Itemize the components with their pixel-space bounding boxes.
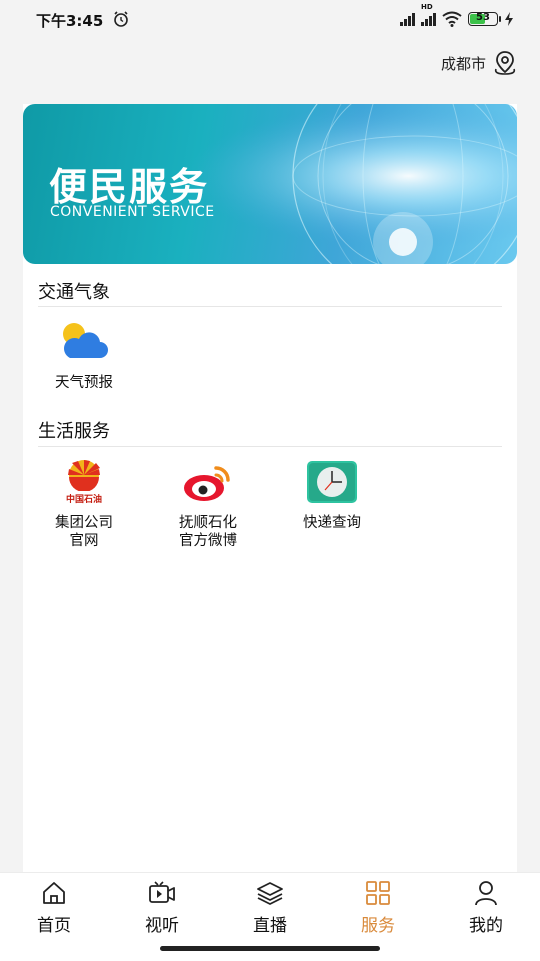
- weather-icon: [63, 323, 108, 358]
- services-panel: 便民服务 CONVENIENT SERVICE 交通气象 天气预报 生活服务 中…: [23, 104, 517, 872]
- nav-video-label: 视听: [145, 916, 179, 936]
- hd-label: HD: [421, 3, 433, 11]
- user-icon: [475, 881, 497, 906]
- section-divider: [38, 306, 502, 307]
- grid-icon: [366, 881, 390, 905]
- home-indicator[interactable]: [160, 946, 380, 951]
- nav-home-label: 首页: [37, 916, 71, 936]
- nav-home[interactable]: 首页: [0, 879, 108, 936]
- service-express-query[interactable]: 快递查询: [277, 458, 387, 532]
- service-weibo[interactable]: 抚顺石化 官方微博: [153, 458, 263, 550]
- charging-icon: [505, 12, 513, 26]
- wifi-icon: [442, 11, 462, 27]
- service-weather-label: 天气预报: [55, 375, 113, 391]
- service-weather[interactable]: 天气预报: [29, 318, 139, 392]
- services-banner: 便民服务 CONVENIENT SERVICE: [23, 104, 517, 264]
- nav-mine-label: 我的: [469, 916, 503, 936]
- nav-services[interactable]: 服务: [324, 879, 432, 936]
- clock-icon: [307, 461, 357, 503]
- service-group-website[interactable]: 中国石油 集团公司 官网: [29, 458, 139, 550]
- signal-hd-icon: HD: [421, 3, 436, 26]
- location-selector[interactable]: 成都市: [441, 50, 518, 76]
- section-divider: [38, 446, 502, 447]
- section-title-life-services: 生活服务: [38, 421, 110, 442]
- location-city: 成都市: [440, 54, 486, 73]
- section-title-traffic-weather: 交通气象: [38, 282, 110, 303]
- map-pin-icon: [494, 51, 516, 75]
- nav-live-label: 直播: [253, 916, 287, 936]
- battery-icon: 53: [468, 12, 501, 26]
- banner-title: 便民服务: [49, 165, 210, 209]
- service-express-query-label: 快递查询: [303, 515, 361, 531]
- banner-subtitle: CONVENIENT SERVICE: [50, 204, 215, 220]
- petrochina-logo-text: 中国石油: [65, 495, 102, 505]
- alarm-icon: [114, 11, 128, 27]
- layers-icon: [257, 882, 283, 905]
- home-icon: [43, 882, 65, 904]
- nav-live[interactable]: 直播: [216, 879, 324, 936]
- petrochina-logo-icon: [68, 460, 100, 491]
- status-bar: 下午3:45 HD 53: [0, 0, 540, 40]
- nav-mine[interactable]: 我的: [432, 879, 540, 936]
- video-icon: [149, 881, 175, 903]
- service-group-website-label: 集团公司 官网: [55, 515, 113, 549]
- weibo-icon: [184, 466, 230, 501]
- nav-video[interactable]: 视听: [108, 879, 216, 936]
- nav-services-label: 服务: [361, 916, 395, 936]
- signal-icon: [400, 12, 415, 26]
- service-weibo-label: 抚顺石化 官方微博: [179, 515, 237, 549]
- battery-level: 53: [476, 12, 490, 23]
- status-time: 下午3:45: [36, 12, 104, 30]
